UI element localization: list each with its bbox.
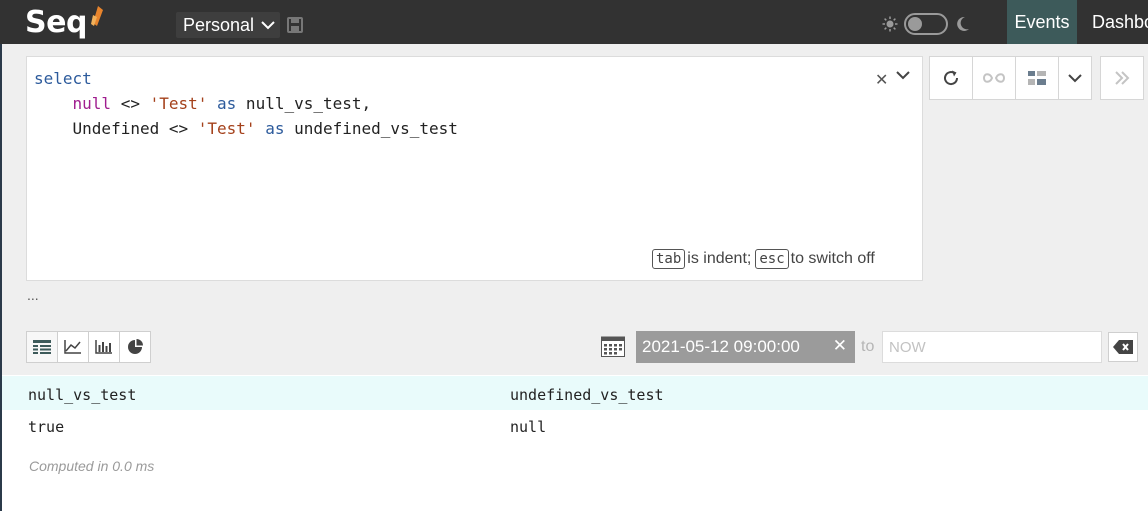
column-header[interactable]: undefined_vs_test <box>510 386 664 404</box>
code-token: null <box>72 94 112 113</box>
query-line: Undefined <> 'Test' as undefined_vs_test <box>34 116 458 141</box>
ellipsis[interactable]: ... <box>27 287 39 303</box>
clear-range-button[interactable] <box>1108 332 1138 362</box>
code-token: <> <box>111 94 150 113</box>
esc-key: esc <box>755 249 789 269</box>
code-token: Undefined <> <box>34 119 198 138</box>
signal-button[interactable] <box>1015 56 1059 100</box>
grid-icon <box>1028 71 1046 85</box>
table-icon <box>33 340 51 354</box>
calendar-icon[interactable] <box>601 335 625 357</box>
pie-view-button[interactable] <box>119 331 151 363</box>
query-line: null <> 'Test' as null_vs_test, <box>34 91 458 116</box>
code-token: as <box>265 119 285 138</box>
range-to-field[interactable] <box>882 331 1102 363</box>
logo-text: Seq <box>25 4 87 40</box>
signal-dropdown-button[interactable] <box>1058 56 1092 100</box>
table-cell: true <box>28 418 65 436</box>
query-line: select <box>34 66 458 91</box>
nav-dashboards[interactable]: Dashbo <box>1092 0 1148 44</box>
bar-chart-icon <box>95 340 112 354</box>
save-icon[interactable] <box>287 17 303 33</box>
query-editor[interactable]: select null <> 'Test' as null_vs_test, U… <box>26 56 923 281</box>
code-token: 'Test' <box>149 94 208 113</box>
logo-mark-icon <box>90 6 103 26</box>
code-token: null_vs_test, <box>236 94 372 113</box>
nav-events[interactable]: Events <box>1007 0 1077 44</box>
query-toolbar <box>929 56 1144 100</box>
chevron-down-icon <box>1068 73 1082 82</box>
clear-query-icon[interactable]: ✕ <box>875 70 888 90</box>
line-view-button[interactable] <box>57 331 89 363</box>
code-token: select <box>34 69 92 88</box>
hint-switch-off: to switch off <box>790 250 875 267</box>
pie-chart-icon <box>128 339 143 354</box>
code-token: as <box>217 94 237 113</box>
line-chart-icon <box>64 340 81 354</box>
code-token: 'Test' <box>197 119 256 138</box>
range-from-value: 2021-05-12 09:00:00 <box>642 337 800 356</box>
code-token: undefined_vs_test <box>284 119 458 138</box>
results-table: null_vs_test undefined_vs_test true null… <box>0 375 1148 511</box>
workspace-selector[interactable]: Personal <box>176 12 280 38</box>
backspace-icon <box>1113 340 1133 354</box>
computed-time: Computed in 0.0 ms <box>29 458 155 474</box>
link-button[interactable] <box>972 56 1016 100</box>
link-icon <box>983 73 1005 83</box>
tab-key: tab <box>652 249 686 269</box>
result-view-buttons <box>26 331 151 363</box>
top-bar: Seq Personal Events Dashbo <box>0 0 1148 44</box>
query-code[interactable]: select null <> 'Test' as null_vs_test, U… <box>34 66 458 141</box>
workspace-label: Personal <box>183 14 255 35</box>
moon-icon <box>957 16 969 31</box>
theme-toggle[interactable] <box>904 13 948 35</box>
bar-view-button[interactable] <box>88 331 120 363</box>
theme-switch[interactable] <box>882 13 970 35</box>
close-icon[interactable]: ✕ <box>833 336 847 356</box>
table-row: true null <box>2 408 1148 442</box>
table-view-button[interactable] <box>26 331 58 363</box>
range-from-field[interactable]: 2021-05-12 09:00:00 ✕ <box>636 331 855 363</box>
table-cell: null <box>510 418 547 436</box>
double-chevron-right-icon <box>1115 71 1130 85</box>
expand-button[interactable] <box>1100 56 1144 100</box>
range-to-label: to <box>861 338 875 355</box>
refresh-button[interactable] <box>929 56 973 100</box>
refresh-icon <box>944 70 959 86</box>
sun-icon <box>882 16 898 32</box>
table-header-row: null_vs_test undefined_vs_test <box>2 376 1148 410</box>
hint-indent: is indent; <box>687 250 752 267</box>
seq-logo[interactable]: Seq <box>25 4 103 40</box>
chevron-down-icon[interactable] <box>896 71 910 80</box>
toggle-knob <box>908 17 922 31</box>
column-header[interactable]: null_vs_test <box>28 386 136 404</box>
editor-hint: tab is indent; esc to switch off <box>652 249 875 269</box>
chevron-down-icon <box>261 20 275 29</box>
